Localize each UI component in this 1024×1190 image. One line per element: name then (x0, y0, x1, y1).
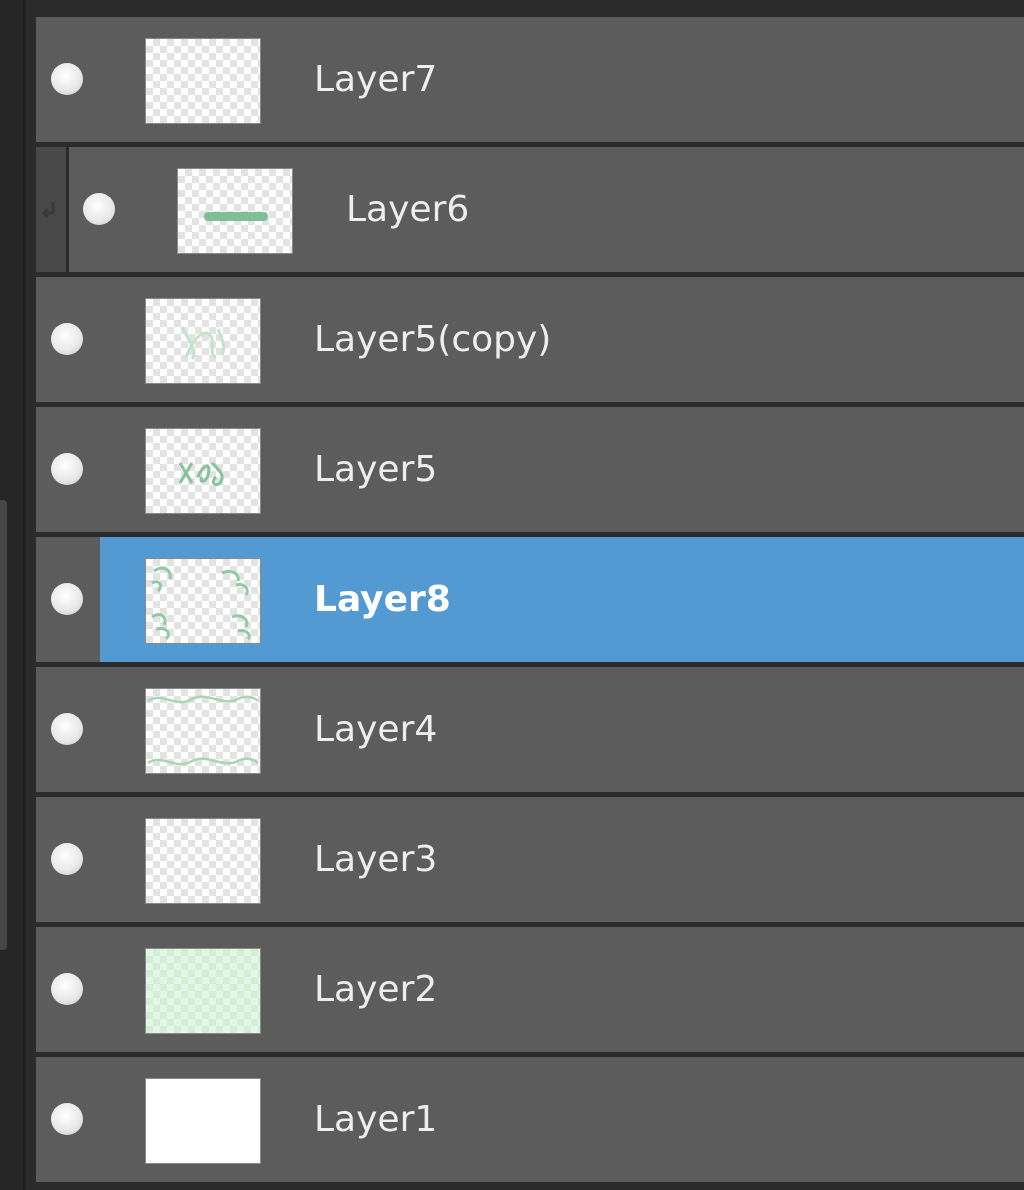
scrollbar-thumb[interactable] (0, 500, 7, 950)
corner-leaves-thumbnail (151, 566, 251, 641)
visibility-toggle-icon[interactable] (51, 323, 83, 355)
visibility-toggle-icon[interactable] (51, 973, 83, 1005)
layer-thumbnail (145, 428, 261, 514)
layer-name: Layer3 (314, 839, 438, 880)
layer-row-layer2[interactable]: Layer2 (36, 927, 1024, 1052)
visibility-toggle-icon[interactable] (51, 63, 83, 95)
visibility-toggle-icon[interactable] (83, 193, 115, 225)
layer-thumbnail (145, 1078, 261, 1164)
layer-thumbnail (145, 38, 261, 124)
clipping-arrow-icon (41, 202, 55, 219)
green-stroke-thumbnail (204, 212, 268, 221)
visibility-toggle-icon[interactable] (51, 453, 83, 485)
layer-row-layer4[interactable]: Layer4 (36, 667, 1024, 792)
layer-thumbnail (145, 818, 261, 904)
layer-row-layer5[interactable]: Layer5 (36, 407, 1024, 532)
layer-thumbnail (145, 298, 261, 384)
layer-name: Layer2 (314, 969, 438, 1010)
layer-row-layer8[interactable]: Layer8 (36, 537, 1024, 662)
layer-thumbnail (145, 688, 261, 774)
layer-thumbnail (177, 168, 293, 254)
layer-thumbnail (145, 948, 261, 1034)
visibility-toggle-icon[interactable] (51, 1103, 83, 1135)
layer-name: Layer5(copy) (314, 319, 552, 360)
faint-scribble-thumbnail (180, 326, 226, 360)
layer-row-layer5-copy[interactable]: Layer5(copy) (36, 277, 1024, 402)
layer-name: Layer6 (346, 189, 470, 230)
visibility-toggle-icon[interactable] (51, 713, 83, 745)
layer-name: Layer7 (314, 59, 438, 100)
layer-name: Layer1 (314, 1099, 438, 1140)
layer-row-layer7[interactable]: Layer7 (36, 17, 1024, 142)
scribble-thumbnail (178, 461, 224, 487)
clipping-indicator (36, 147, 69, 272)
layer-row-layer3[interactable]: Layer3 (36, 797, 1024, 922)
visibility-toggle-icon[interactable] (51, 583, 83, 615)
layer-name: Layer8 (314, 579, 451, 620)
wavy-border-thumbnail (147, 695, 259, 766)
layer-name: Layer5 (314, 449, 438, 490)
layer-row-layer1[interactable]: Layer1 (36, 1057, 1024, 1182)
layer-name: Layer4 (314, 709, 438, 750)
layers-panel: Layer7 Layer6 Layer5(copy) Layer5 Layer8… (0, 0, 1024, 1190)
panel-divider (23, 0, 25, 1190)
layer-row-layer6[interactable]: Layer6 (36, 147, 1024, 272)
layer-thumbnail (145, 558, 261, 644)
visibility-toggle-icon[interactable] (51, 843, 83, 875)
layer-list: Layer7 Layer6 Layer5(copy) Layer5 Layer8… (36, 17, 1024, 1187)
